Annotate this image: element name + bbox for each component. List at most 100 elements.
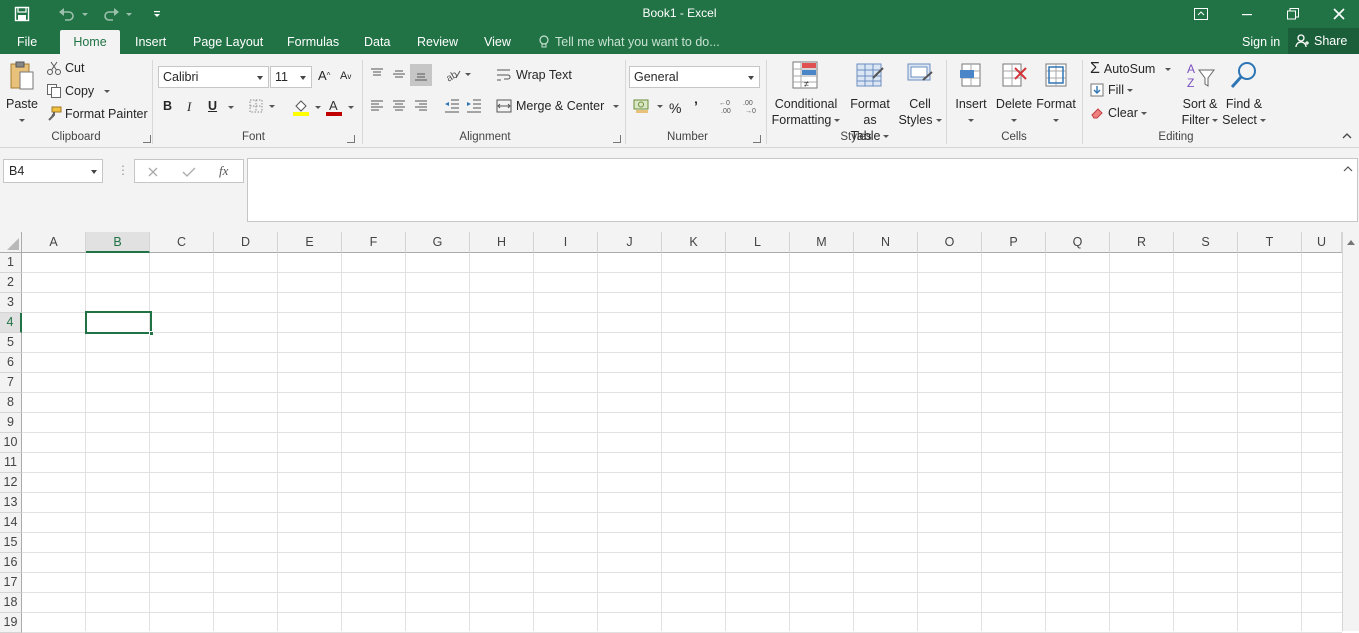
column-header-s[interactable]: S: [1174, 232, 1238, 253]
row-header-9[interactable]: 9: [0, 413, 22, 433]
decrease-decimal-icon[interactable]: .00 →0: [742, 98, 762, 114]
tab-formulas[interactable]: Formulas: [275, 30, 351, 54]
row-header-17[interactable]: 17: [0, 573, 22, 593]
share-button[interactable]: Share: [1288, 28, 1359, 54]
sort-filter-button[interactable]: AZ Sort & Filter: [1178, 60, 1222, 128]
column-header-q[interactable]: Q: [1046, 232, 1110, 253]
paste-dropdown-icon[interactable]: [19, 119, 25, 123]
font-color-button[interactable]: A: [326, 98, 354, 116]
column-header-k[interactable]: K: [662, 232, 726, 253]
insert-function-icon[interactable]: fx: [219, 163, 228, 179]
increase-decimal-icon[interactable]: ←0.00: [718, 98, 738, 114]
fill-button[interactable]: Fill: [1090, 83, 1133, 97]
decrease-indent-icon[interactable]: [444, 99, 460, 113]
tab-home[interactable]: Home: [60, 30, 120, 54]
cancel-entry-icon[interactable]: [147, 166, 159, 178]
fill-handle[interactable]: [149, 331, 154, 336]
paste-button[interactable]: Paste: [4, 60, 40, 128]
vertical-scrollbar[interactable]: [1342, 232, 1359, 631]
middle-align-icon[interactable]: [392, 68, 406, 80]
column-header-i[interactable]: I: [534, 232, 598, 253]
comma-style-button[interactable]: ’: [694, 98, 698, 114]
row-header-13[interactable]: 13: [0, 493, 22, 513]
column-header-u[interactable]: U: [1302, 232, 1342, 253]
row-header-3[interactable]: 3: [0, 293, 22, 313]
column-header-h[interactable]: H: [470, 232, 534, 253]
accounting-format-icon[interactable]: [633, 98, 663, 114]
orientation-icon[interactable]: ab: [444, 66, 471, 82]
cell-styles-button[interactable]: Cell Styles: [898, 60, 942, 128]
column-header-t[interactable]: T: [1238, 232, 1302, 253]
minimize-icon[interactable]: [1224, 0, 1270, 28]
sign-in-link[interactable]: Sign in: [1242, 30, 1280, 54]
align-right-icon[interactable]: [414, 100, 428, 112]
borders-button[interactable]: [249, 99, 275, 113]
clipboard-launcher-icon[interactable]: [143, 135, 151, 143]
row-header-16[interactable]: 16: [0, 553, 22, 573]
underline-dropdown-icon[interactable]: [228, 106, 234, 109]
column-header-p[interactable]: P: [982, 232, 1046, 253]
insert-cells-button[interactable]: Insert: [950, 60, 992, 128]
collapse-formula-bar-icon[interactable]: [1343, 165, 1353, 173]
bottom-align-icon[interactable]: [410, 64, 432, 86]
row-header-18[interactable]: 18: [0, 593, 22, 613]
autosum-button[interactable]: Σ AutoSum: [1090, 60, 1172, 78]
confirm-entry-icon[interactable]: [182, 166, 196, 178]
row-header-8[interactable]: 8: [0, 393, 22, 413]
collapse-ribbon-icon[interactable]: [1342, 132, 1352, 140]
row-header-2[interactable]: 2: [0, 273, 22, 293]
column-header-o[interactable]: O: [918, 232, 982, 253]
column-header-d[interactable]: D: [214, 232, 278, 253]
underline-button[interactable]: U: [208, 99, 217, 113]
column-header-l[interactable]: L: [726, 232, 790, 253]
formula-bar-grip-icon[interactable]: ⋮: [117, 163, 129, 177]
restore-icon[interactable]: [1270, 0, 1316, 28]
select-all-button[interactable]: [0, 232, 22, 253]
bold-button[interactable]: B: [163, 99, 172, 113]
alignment-launcher-icon[interactable]: [613, 135, 621, 143]
row-header-19[interactable]: 19: [0, 613, 22, 633]
column-header-r[interactable]: R: [1110, 232, 1174, 253]
italic-button[interactable]: I: [187, 99, 191, 115]
format-painter-button[interactable]: Format Painter: [46, 106, 148, 122]
tab-page-layout[interactable]: Page Layout: [181, 30, 275, 54]
delete-cells-button[interactable]: Delete: [993, 60, 1035, 128]
row-header-12[interactable]: 12: [0, 473, 22, 493]
clear-button[interactable]: Clear: [1090, 106, 1147, 120]
formula-input[interactable]: [247, 158, 1358, 222]
column-header-e[interactable]: E: [278, 232, 342, 253]
copy-dropdown-icon[interactable]: [104, 89, 111, 93]
number-format-select[interactable]: General: [629, 66, 760, 88]
row-header-1[interactable]: 1: [0, 253, 22, 273]
column-header-n[interactable]: N: [854, 232, 918, 253]
tab-view[interactable]: View: [472, 30, 523, 54]
row-header-5[interactable]: 5: [0, 333, 22, 353]
name-box[interactable]: B4: [3, 159, 103, 183]
row-header-14[interactable]: 14: [0, 513, 22, 533]
increase-indent-icon[interactable]: [466, 99, 482, 113]
conditional-formatting-button[interactable]: ≠ Conditional Formatting: [770, 60, 842, 128]
increase-font-size-icon[interactable]: A ^: [318, 68, 330, 83]
number-launcher-icon[interactable]: [753, 135, 761, 143]
top-align-icon[interactable]: [370, 68, 384, 80]
wrap-text-button[interactable]: Wrap Text: [496, 68, 572, 82]
close-icon[interactable]: [1316, 0, 1359, 28]
font-name-select[interactable]: Calibri: [158, 66, 269, 88]
column-header-j[interactable]: J: [598, 232, 662, 253]
row-header-4[interactable]: 4: [0, 313, 22, 333]
format-cells-button[interactable]: Format: [1035, 60, 1077, 128]
align-center-icon[interactable]: [392, 100, 406, 112]
active-cell[interactable]: [85, 311, 154, 336]
row-header-7[interactable]: 7: [0, 373, 22, 393]
merge-center-button[interactable]: Merge & Center: [496, 99, 620, 113]
column-header-g[interactable]: G: [406, 232, 470, 253]
row-header-15[interactable]: 15: [0, 533, 22, 553]
cut-button[interactable]: Cut: [46, 60, 84, 76]
column-header-c[interactable]: C: [150, 232, 214, 253]
tab-review[interactable]: Review: [405, 30, 470, 54]
scroll-up-icon[interactable]: [1346, 238, 1356, 246]
font-launcher-icon[interactable]: [347, 135, 355, 143]
fill-color-button[interactable]: [293, 98, 321, 116]
font-size-select[interactable]: 11: [270, 66, 312, 88]
find-select-button[interactable]: Find & Select: [1222, 60, 1266, 128]
